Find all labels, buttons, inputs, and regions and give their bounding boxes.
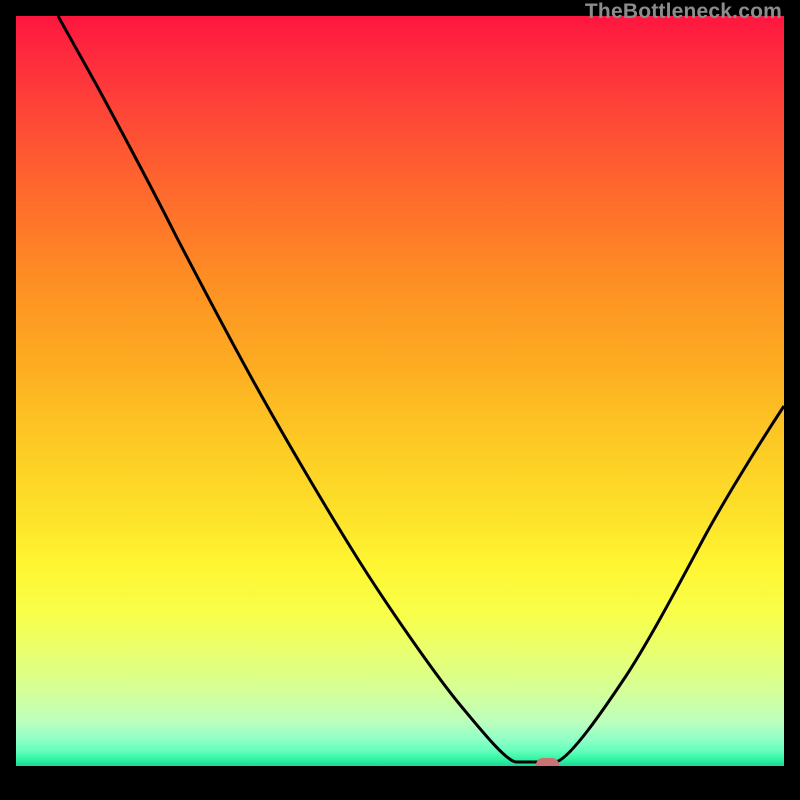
watermark-text: TheBottleneck.com [585, 0, 782, 24]
border-right [784, 0, 800, 800]
plot-area [16, 16, 784, 766]
border-left [0, 0, 16, 800]
chart-container: TheBottleneck.com [0, 0, 800, 800]
bottleneck-curve [16, 16, 784, 766]
border-bottom [0, 766, 800, 800]
